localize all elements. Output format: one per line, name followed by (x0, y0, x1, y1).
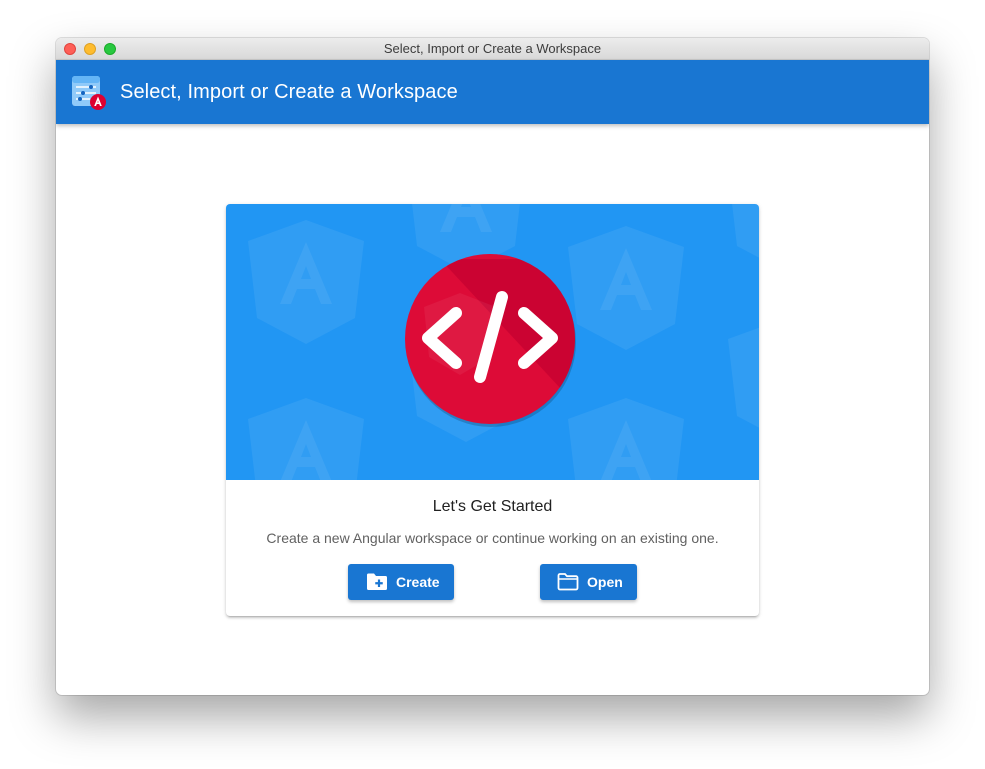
angular-workspace-icon (71, 75, 107, 111)
get-started-card: Let's Get Started Create a new Angular w… (226, 204, 759, 616)
code-brackets-icon (405, 254, 576, 427)
window-titlebar[interactable]: Select, Import or Create a Workspace (56, 38, 929, 60)
folder-plus-icon (366, 573, 388, 591)
folder-open-icon (557, 573, 579, 591)
card-subtitle: Create a new Angular workspace or contin… (266, 530, 719, 546)
create-button-label: Create (396, 574, 440, 590)
app-window: Select, Import or Create a Workspace Sel… (56, 38, 929, 695)
app-toolbar: Select, Import or Create a Workspace (56, 60, 929, 124)
toolbar-title: Select, Import or Create a Workspace (120, 81, 458, 103)
open-workspace-button[interactable]: Open (540, 564, 637, 600)
card-title: Let's Get Started (432, 498, 553, 515)
create-workspace-button[interactable]: Create (348, 564, 454, 600)
open-button-label: Open (587, 574, 623, 590)
card-hero-banner (226, 204, 759, 480)
window-title: Select, Import or Create a Workspace (383, 41, 602, 56)
